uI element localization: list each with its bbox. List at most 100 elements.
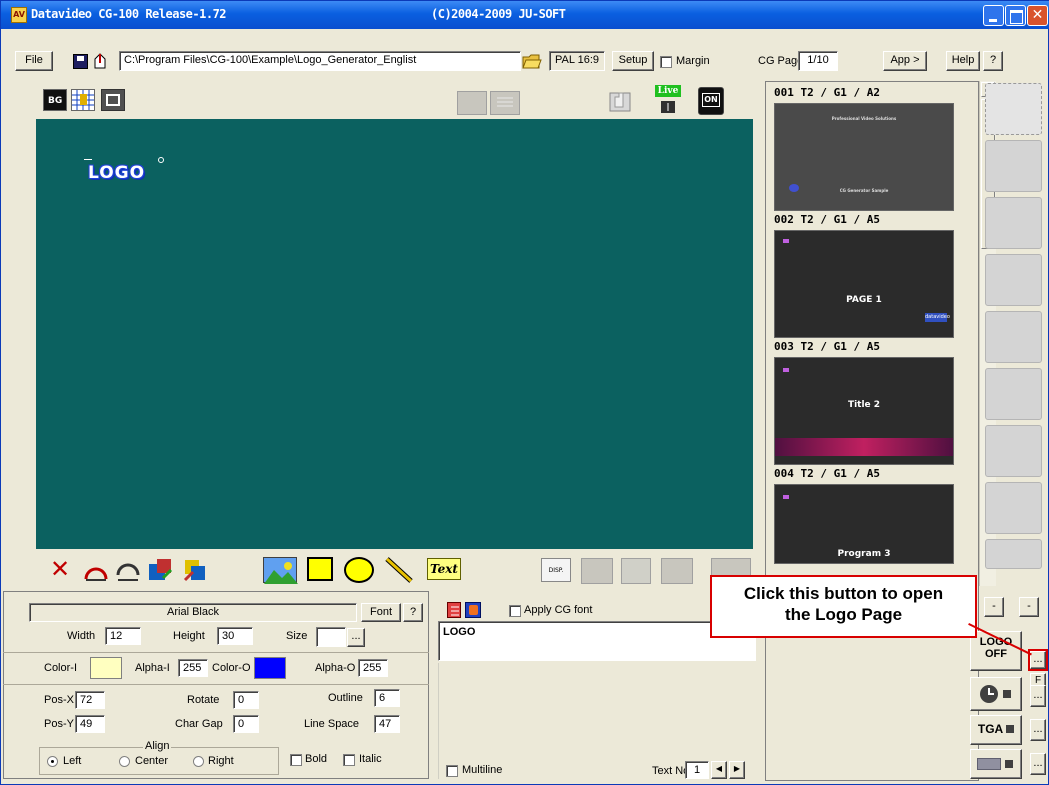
rectangle-tool-icon[interactable] — [307, 557, 333, 581]
display-icon[interactable]: DISP. — [541, 558, 571, 582]
cg-page-label: CG Page — [758, 55, 804, 67]
rotate-field[interactable]: 0 — [233, 691, 259, 709]
canvas-toolbar — [36, 81, 753, 119]
slot-4[interactable] — [985, 254, 1042, 306]
question-button[interactable]: ? — [983, 51, 1003, 71]
window-copyright: (C)2004-2009 JU-SOFT — [431, 7, 566, 21]
alpha-o-field[interactable]: 255 — [358, 659, 388, 677]
on-air-icon[interactable]: ON — [698, 87, 724, 115]
outline-field[interactable]: 6 — [374, 689, 400, 707]
font-button[interactable]: Font — [361, 603, 401, 622]
text-next-button[interactable]: ▶ — [729, 761, 745, 779]
width-field[interactable]: 12 — [105, 627, 141, 645]
text-content-field[interactable]: LOGO — [438, 621, 756, 661]
arc-out-icon[interactable] — [115, 557, 141, 583]
page-header-4: 004 T2 / G1 / A5 — [774, 467, 880, 480]
slot-9[interactable] — [985, 539, 1042, 569]
pos-x-field[interactable]: 72 — [75, 691, 105, 709]
color-i-label: Color-I — [44, 662, 78, 674]
text-number-field[interactable]: 1 — [685, 761, 709, 779]
align-left-icon[interactable] — [457, 91, 487, 115]
image-icon[interactable] — [263, 557, 298, 584]
delete-icon[interactable]: ✕ — [47, 557, 73, 583]
bold-checkbox[interactable] — [290, 754, 302, 766]
size-field[interactable] — [316, 627, 346, 647]
arc-in-icon[interactable] — [83, 557, 109, 583]
outline-label: Outline — [328, 692, 363, 704]
slot-2[interactable] — [985, 140, 1042, 192]
ellipse-tool-icon[interactable] — [344, 557, 374, 583]
setup-button[interactable]: Setup — [612, 51, 654, 71]
effect-icon-3[interactable] — [661, 558, 693, 584]
app-icon: AV — [11, 7, 27, 23]
margin-label: Margin — [676, 55, 710, 67]
align-center-radio[interactable] — [119, 756, 130, 767]
clock-button[interactable] — [970, 677, 1022, 711]
background-icon[interactable]: BG — [43, 89, 67, 111]
italic-label: Italic — [359, 753, 382, 765]
live-icon[interactable]: Live — [655, 85, 681, 115]
minimize-button[interactable] — [983, 5, 1004, 26]
cg-page-field[interactable]: 1/10 — [798, 51, 838, 71]
crawl-settings-button[interactable]: ... — [1030, 753, 1046, 775]
datavideo-badge: datavideo — [925, 313, 950, 322]
line-tool-icon[interactable] — [384, 556, 414, 584]
slot-7[interactable] — [985, 425, 1042, 477]
send-backward-icon[interactable] — [181, 556, 209, 584]
alpha-i-field[interactable]: 255 — [178, 659, 208, 677]
slot-1[interactable] — [985, 83, 1042, 135]
help-button[interactable]: Help — [946, 51, 980, 71]
rotate-label: Rotate — [187, 694, 220, 706]
align-right-radio[interactable] — [193, 756, 204, 767]
slot-6[interactable] — [985, 368, 1042, 420]
minus-button-left[interactable]: - — [984, 597, 1004, 617]
size-button[interactable]: ... — [347, 628, 365, 647]
text-list-icon[interactable] — [447, 602, 461, 618]
clock-settings-button[interactable]: ... — [1030, 685, 1046, 707]
margin-checkbox[interactable] — [660, 56, 672, 68]
minus-button-right[interactable]: - — [1019, 597, 1039, 617]
safe-area-icon[interactable] — [101, 89, 125, 111]
apply-cg-font-checkbox[interactable] — [509, 605, 521, 617]
page-thumbnail-1[interactable]: Professional Video Solutions CG Generato… — [774, 103, 954, 211]
text-tool-icon[interactable]: Text — [427, 558, 461, 580]
close-button[interactable]: ✕ — [1027, 5, 1048, 26]
slot-3[interactable] — [985, 197, 1042, 249]
crawl-button[interactable] — [970, 749, 1022, 779]
browse-folder-icon[interactable] — [522, 51, 542, 71]
slot-5[interactable] — [985, 311, 1042, 363]
font-style-icon[interactable] — [465, 602, 481, 618]
title-bar: AV Datavideo CG-100 Release-1.72 (C)2004… — [1, 1, 1049, 29]
italic-checkbox[interactable] — [343, 754, 355, 766]
text-prev-button[interactable]: ◀ — [711, 761, 727, 779]
app-button[interactable]: App > — [883, 51, 927, 71]
line-space-field[interactable]: 47 — [374, 715, 400, 733]
page-thumbnail-3[interactable]: Title 2 — [774, 357, 954, 465]
page-header-2: 002 T2 / G1 / A5 — [774, 213, 880, 226]
text-lines-icon[interactable] — [490, 91, 520, 115]
maximize-button[interactable] — [1005, 5, 1026, 26]
slot-8[interactable] — [985, 482, 1042, 534]
grid-icon[interactable] — [71, 89, 95, 111]
color-i-swatch[interactable] — [90, 657, 122, 679]
page-thumbnail-4[interactable]: Program 3 — [774, 484, 954, 564]
open-folder-icon[interactable] — [93, 53, 107, 69]
char-gap-field[interactable]: 0 — [233, 715, 259, 733]
page-thumbnail-2[interactable]: PAGE 1 datavideo — [774, 230, 954, 338]
align-left-radio[interactable] — [47, 756, 58, 767]
color-o-swatch[interactable] — [254, 657, 286, 679]
logo-graphic[interactable]: LOGO — [84, 157, 166, 187]
font-help-button[interactable]: ? — [403, 603, 423, 622]
file-button[interactable]: File — [15, 51, 53, 71]
effect-icon-1[interactable] — [581, 558, 613, 584]
file-path-field[interactable]: C:\Program Files\CG-100\Example\Logo_Gen… — [119, 51, 521, 71]
height-field[interactable]: 30 — [217, 627, 253, 645]
hand-icon[interactable] — [607, 87, 635, 115]
bring-forward-icon[interactable] — [147, 556, 175, 584]
tga-button[interactable]: TGA — [970, 715, 1022, 745]
tga-settings-button[interactable]: ... — [1030, 719, 1046, 741]
pos-y-field[interactable]: 49 — [75, 715, 105, 733]
multiline-checkbox[interactable] — [446, 765, 458, 777]
effect-icon-2[interactable] — [621, 558, 651, 584]
save-icon[interactable] — [73, 54, 88, 69]
